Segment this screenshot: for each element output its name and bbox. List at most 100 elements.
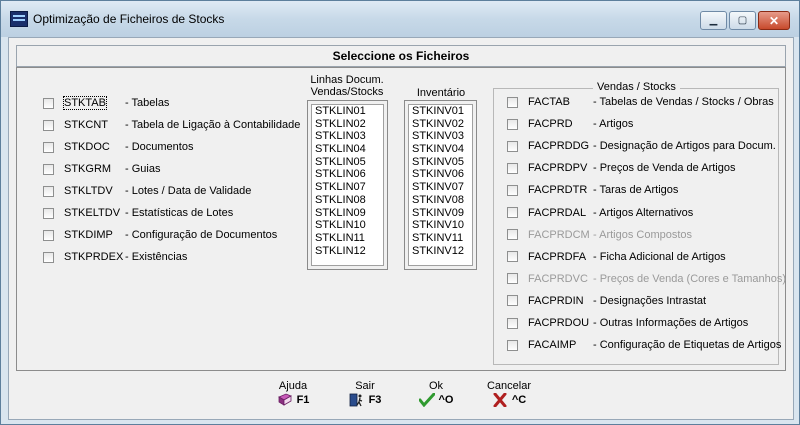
file-description: - Designações Intrastat <box>593 294 707 307</box>
inventario-list-item[interactable]: STKINV03 <box>409 130 472 143</box>
file-description: - Ficha Adicional de Artigos <box>593 250 726 263</box>
linhas-list-item[interactable]: STKLIN01 <box>312 105 383 118</box>
inventario-listbox[interactable]: STKINV01 STKINV02 STKINV03 STKINV04 STKINV05… <box>404 100 477 270</box>
checkbox[interactable] <box>43 119 54 131</box>
checkbox[interactable] <box>43 163 54 175</box>
linhas-listbox[interactable]: STKLIN01 STKLIN02 STKLIN03 STKLIN04 STKLIN05… <box>307 100 388 270</box>
linhas-list-item[interactable]: STKLIN11 <box>312 232 383 245</box>
inventario-list-item[interactable]: STKINV02 <box>409 118 472 131</box>
checkbox <box>507 229 518 241</box>
file-description: - Existências <box>125 251 188 263</box>
file-option-stkeltdv[interactable]: STKELTDV - Estatísticas de Lotes <box>43 204 303 222</box>
ok-button[interactable]: Ok ^O <box>404 380 468 407</box>
cancel-button[interactable]: Cancelar ^C <box>477 380 541 407</box>
checkbox[interactable] <box>43 229 54 241</box>
app-window: Optimização de Ficheiros de Stocks ▁ ▢ ✕… <box>0 0 800 425</box>
file-option-stkltdv[interactable]: STKLTDV - Lotes / Data de Validade <box>43 182 303 200</box>
checkbox[interactable] <box>43 141 54 153</box>
checkbox[interactable] <box>43 97 54 109</box>
file-option-stkgrm[interactable]: STKGRM - Guias <box>43 160 303 178</box>
vendas-option-factab[interactable]: FACTAB - Tabelas de Vendas / Stocks / Obr… <box>507 93 775 111</box>
exit-button[interactable]: Sair F3 <box>333 380 397 407</box>
exit-door-icon <box>349 393 362 407</box>
minimize-button[interactable]: ▁ <box>700 11 727 30</box>
file-code: STKGRM <box>64 163 112 175</box>
checkbox <box>507 273 518 285</box>
linhas-list-item[interactable]: STKLIN09 <box>312 207 383 220</box>
vendas-option-facprdtr[interactable]: FACPRDTR - Taras de Artigos <box>507 181 775 199</box>
vendas-option-facprdfa[interactable]: FACPRDFA - Ficha Adicional de Artigos <box>507 248 775 266</box>
linhas-list-item[interactable]: STKLIN10 <box>312 219 383 232</box>
linhas-list-item[interactable]: STKLIN07 <box>312 181 383 194</box>
linhas-list-item[interactable]: STKLIN06 <box>312 168 383 181</box>
vendas-option-facaimp[interactable]: FACAIMP - Configuração de Etiquetas de Ar… <box>507 336 781 354</box>
help-label: Ajuda <box>278 380 308 392</box>
checkbox[interactable] <box>507 140 518 152</box>
inventario-list-item[interactable]: STKINV08 <box>409 194 472 207</box>
maximize-button[interactable]: ▢ <box>729 11 756 30</box>
file-description: - Guias <box>125 163 161 175</box>
file-code: FACPRDVC <box>528 272 588 285</box>
linhas-list-item[interactable]: STKLIN12 <box>312 245 383 258</box>
file-option-stkprdex[interactable]: STKPRDEX - Existências <box>43 248 303 266</box>
file-code: STKCNT <box>64 119 108 131</box>
file-code: STKLTDV <box>64 185 113 197</box>
checkbox[interactable] <box>43 185 54 197</box>
inventario-list-item[interactable]: STKINV07 <box>409 181 472 194</box>
checkbox[interactable] <box>43 251 54 263</box>
inventario-list-item[interactable]: STKINV09 <box>409 207 472 220</box>
linhas-list-item[interactable]: STKLIN02 <box>312 118 383 131</box>
file-description: - Tabelas <box>125 97 170 109</box>
inventario-list-item[interactable]: STKINV12 <box>409 245 472 258</box>
vendas-stocks-legend: Vendas / Stocks <box>593 81 680 93</box>
inventario-list-item[interactable]: STKINV11 <box>409 232 472 245</box>
linhas-list-item[interactable]: STKLIN04 <box>312 143 383 156</box>
vendas-option-facprdou[interactable]: FACPRDOU - Outras Informações de Artigos <box>507 314 775 332</box>
file-option-stkdoc[interactable]: STKDOC - Documentos <box>43 138 303 156</box>
vendas-option-facprddg[interactable]: FACPRDDG - Designação de Artigos para Doc… <box>507 137 776 155</box>
checkbox[interactable] <box>507 118 518 130</box>
inventario-title: Inventário <box>416 87 466 99</box>
file-code: FACPRDDG <box>528 140 590 153</box>
file-description: - Artigos Alternativos <box>593 206 694 219</box>
file-code: FACTAB <box>528 96 570 108</box>
checkbox[interactable] <box>507 317 518 329</box>
file-code: FACAIMP <box>528 339 577 352</box>
file-option-stkdimp[interactable]: STKDIMP - Configuração de Documentos <box>43 226 303 244</box>
linhas-list-item[interactable]: STKLIN05 <box>312 156 383 169</box>
linhas-list-item[interactable]: STKLIN08 <box>312 194 383 207</box>
title-bar[interactable]: Optimização de Ficheiros de Stocks ▁ ▢ ✕ <box>1 1 799 37</box>
inventario-list-item[interactable]: STKINV06 <box>409 168 472 181</box>
vendas-stocks-group: Vendas / Stocks FACTAB - Tabelas de Venda… <box>493 81 786 365</box>
file-code: FACPRDAL <box>528 206 587 219</box>
file-description: - Documentos <box>125 141 194 153</box>
file-selection-panel: STKTAB - Tabelas STKCNT - Tabela de Ligação… <box>16 67 786 371</box>
inventario-list-item[interactable]: STKINV01 <box>409 105 472 118</box>
linhas-list-item[interactable]: STKLIN03 <box>312 130 383 143</box>
help-key: F1 <box>296 394 310 406</box>
checkbox[interactable] <box>43 207 54 219</box>
checkbox[interactable] <box>507 251 518 263</box>
file-option-stkcnt[interactable]: STKCNT - Tabela de Ligação à Contabilidad… <box>43 116 303 134</box>
file-description: - Tabela de Ligação à Contabilidade <box>125 119 301 131</box>
vendas-option-facprdin[interactable]: FACPRDIN - Designações Intrastat <box>507 292 775 310</box>
checkbox[interactable] <box>507 339 518 351</box>
vendas-option-facprd[interactable]: FACPRD - Artigos <box>507 115 775 133</box>
checkbox[interactable] <box>507 162 518 174</box>
inventario-list-item[interactable]: STKINV10 <box>409 219 472 232</box>
help-button[interactable]: Ajuda F1 <box>261 380 325 407</box>
file-code: FACPRDPV <box>528 162 588 175</box>
checkbox[interactable] <box>507 96 518 108</box>
file-code: STKPRDEX <box>64 251 124 263</box>
checkbox[interactable] <box>507 184 518 196</box>
linhas-title: Linhas Docum. Vendas/Stocks <box>301 74 393 98</box>
inventario-list-item[interactable]: STKINV05 <box>409 156 472 169</box>
inventario-list-item[interactable]: STKINV04 <box>409 143 472 156</box>
vendas-option-facprdal[interactable]: FACPRDAL - Artigos Alternativos <box>507 204 775 222</box>
window-title: Optimização de Ficheiros de Stocks <box>33 12 225 26</box>
close-button[interactable]: ✕ <box>758 11 790 30</box>
file-option-stktab[interactable]: STKTAB - Tabelas <box>43 94 303 112</box>
checkbox[interactable] <box>507 207 518 218</box>
vendas-option-facprdpv[interactable]: FACPRDPV - Preços de Venda de Artigos <box>507 159 775 177</box>
checkbox[interactable] <box>507 295 518 307</box>
